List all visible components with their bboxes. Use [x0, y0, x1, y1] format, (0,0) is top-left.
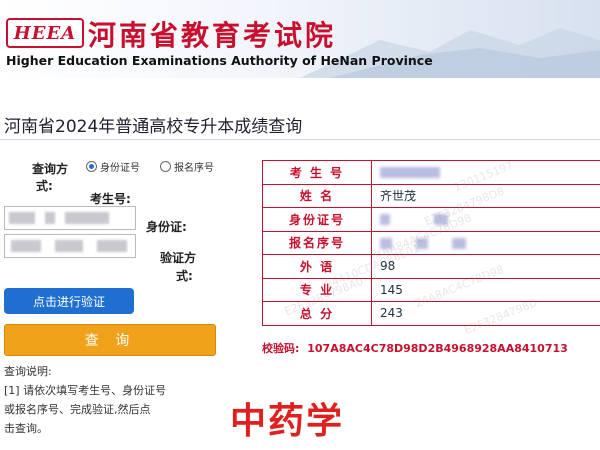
row-label: 报名序号 [262, 230, 372, 255]
radio-id-label: 身份证号 [100, 163, 140, 174]
query-method-label: 查询方 [32, 162, 69, 176]
exam-no-input[interactable] [4, 206, 136, 230]
page-title: 河南省2024年普通高校专升本成绩查询 [4, 117, 303, 137]
notes-line: 击查询。 [4, 422, 48, 435]
query-method-label-cont: 式: [36, 179, 53, 193]
overlay-caption: 中药学 [230, 401, 345, 442]
score-result-table: 考 生 号 姓 名 齐世茂 身份证号 报名序号 外 语 98 专 业 145 总… [262, 160, 600, 326]
table-row: 身份证号 [262, 207, 600, 232]
radio-reg-label: 报名序号 [174, 163, 214, 174]
checksum-line: 校验码: 107A8AC4C78D98D2B4968928AA8410713 [262, 340, 568, 356]
row-label: 考 生 号 [262, 160, 372, 185]
verify-method-label: 验证方 [160, 251, 197, 265]
notes-title: 查询说明: [4, 365, 52, 378]
title-divider [0, 139, 600, 140]
table-row: 报名序号 [262, 230, 600, 255]
heea-logo: HEEA [6, 18, 84, 48]
row-value-masked [371, 230, 600, 255]
site-header: HEEA 河南省教育考试院 Higher Education Examinati… [0, 0, 600, 78]
id-card-input[interactable] [4, 234, 136, 258]
org-name-cn: 河南省教育考试院 [88, 19, 337, 52]
radio-dot-selected[interactable] [86, 161, 97, 172]
checksum-label: 校验码: [262, 342, 300, 355]
row-label: 姓 名 [262, 183, 372, 208]
row-label: 外 语 [262, 254, 372, 279]
checksum-value: 107A8AC4C78D98D2B4968928AA8410713 [307, 342, 568, 355]
table-row: 考 生 号 [262, 160, 600, 185]
query-notes: 查询说明: [1] 请依次填写考生号、身份证号 或报名序号、完成验证,然后点 击… [4, 362, 226, 438]
row-label: 身份证号 [262, 207, 372, 232]
radio-dot[interactable] [160, 161, 171, 172]
radio-reg-number[interactable]: 报名序号 [160, 159, 214, 174]
exam-no-label: 考生号: [90, 192, 131, 206]
row-value-masked [371, 207, 600, 232]
table-row: 总 分 243 [262, 301, 600, 326]
row-value: 98 [371, 254, 600, 279]
row-label: 专 业 [262, 277, 372, 302]
table-row: 专 业 145 [262, 277, 600, 302]
row-label: 总 分 [262, 301, 372, 326]
radio-id-number[interactable]: 身份证号 [86, 159, 140, 174]
row-value-masked [371, 160, 600, 185]
verify-button[interactable]: 点击进行验证 [4, 288, 134, 314]
verify-method-label-cont: 式: [176, 269, 193, 283]
table-row: 姓 名 齐世茂 [262, 183, 600, 208]
notes-line: [1] 请依次填写考生号、身份证号 [4, 384, 167, 397]
row-value: 243 [371, 301, 600, 326]
notes-line: 或报名序号、完成验证,然后点 [4, 403, 151, 416]
row-value: 齐世茂 [371, 183, 600, 208]
table-row: 外 语 98 [262, 254, 600, 279]
logo-text: HEEA [13, 22, 77, 44]
id-card-label: 身份证: [146, 220, 187, 234]
org-name-en: Higher Education Examinations Authority … [6, 53, 433, 68]
query-button[interactable]: 查 询 [4, 324, 216, 356]
row-value: 145 [371, 277, 600, 302]
